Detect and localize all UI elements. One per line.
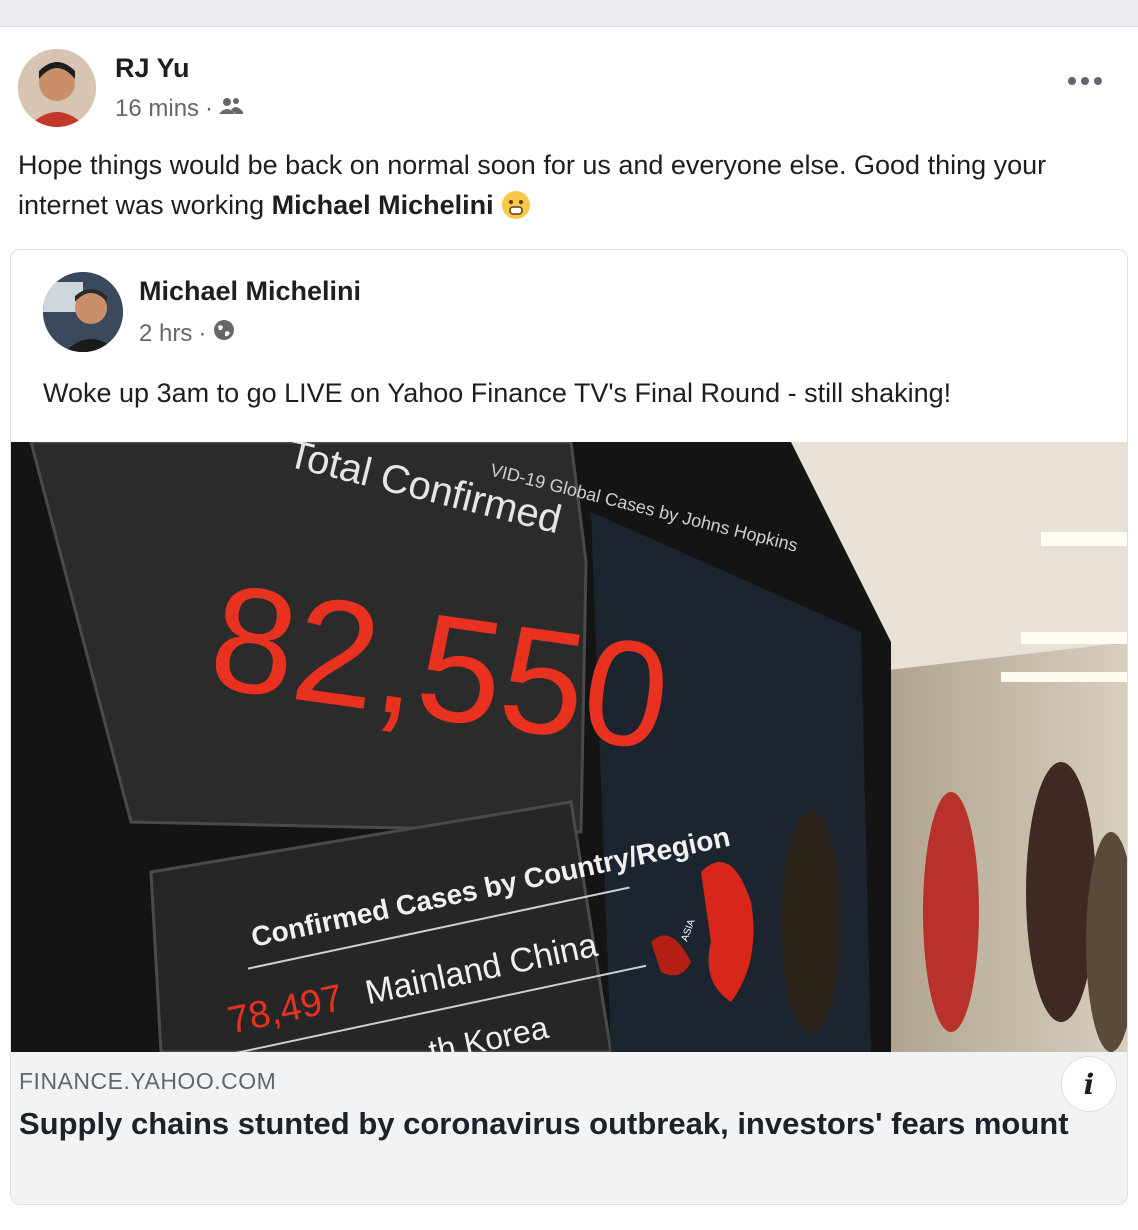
meta-separator: ·	[205, 95, 214, 122]
link-preview-image[interactable]: VID-19 Global Cases by Johns Hopkins Tot…	[11, 442, 1127, 1052]
shared-meta: 2 hrs ·	[139, 318, 236, 349]
info-icon[interactable]: i	[1061, 1056, 1117, 1112]
dot	[1094, 77, 1102, 85]
friends-icon	[219, 95, 244, 123]
surprised-emoji-icon	[501, 190, 531, 220]
dot	[1081, 77, 1089, 85]
link-domain: FINANCE.YAHOO.COM	[19, 1068, 277, 1094]
globe-icon	[212, 318, 236, 349]
post-time[interactable]: 16 mins	[115, 95, 199, 123]
shared-text: Woke up 3am to go LIVE on Yahoo Finance …	[43, 378, 952, 408]
post-card: RJ Yu 16 mins · Hope things would be bac…	[0, 26, 1138, 1230]
meta-separator: ·	[198, 319, 207, 347]
post-text: Hope things would be back on normal soon…	[18, 145, 1118, 225]
link-headline[interactable]: Supply chains stunted by coronavirus out…	[19, 1104, 1069, 1144]
post-body: Hope things would be back on normal soon…	[18, 150, 1047, 220]
link-preview[interactable]: FINANCE.YAHOO.COM Supply chains stunted …	[11, 1052, 1127, 1204]
post-meta: 16 mins ·	[115, 95, 244, 123]
shared-time[interactable]: 2 hrs	[139, 320, 192, 348]
mention-link[interactable]: Michael Michelini	[272, 190, 494, 220]
shared-author[interactable]: Michael Michelini	[139, 276, 361, 307]
shared-author-avatar[interactable]	[43, 272, 123, 352]
shared-post[interactable]: Michael Michelini 2 hrs · Woke up 3am to…	[10, 249, 1128, 1205]
avatar[interactable]	[18, 49, 96, 127]
post-author[interactable]: RJ Yu	[115, 53, 190, 84]
dot	[1068, 77, 1076, 85]
more-options-button[interactable]	[1068, 77, 1102, 85]
